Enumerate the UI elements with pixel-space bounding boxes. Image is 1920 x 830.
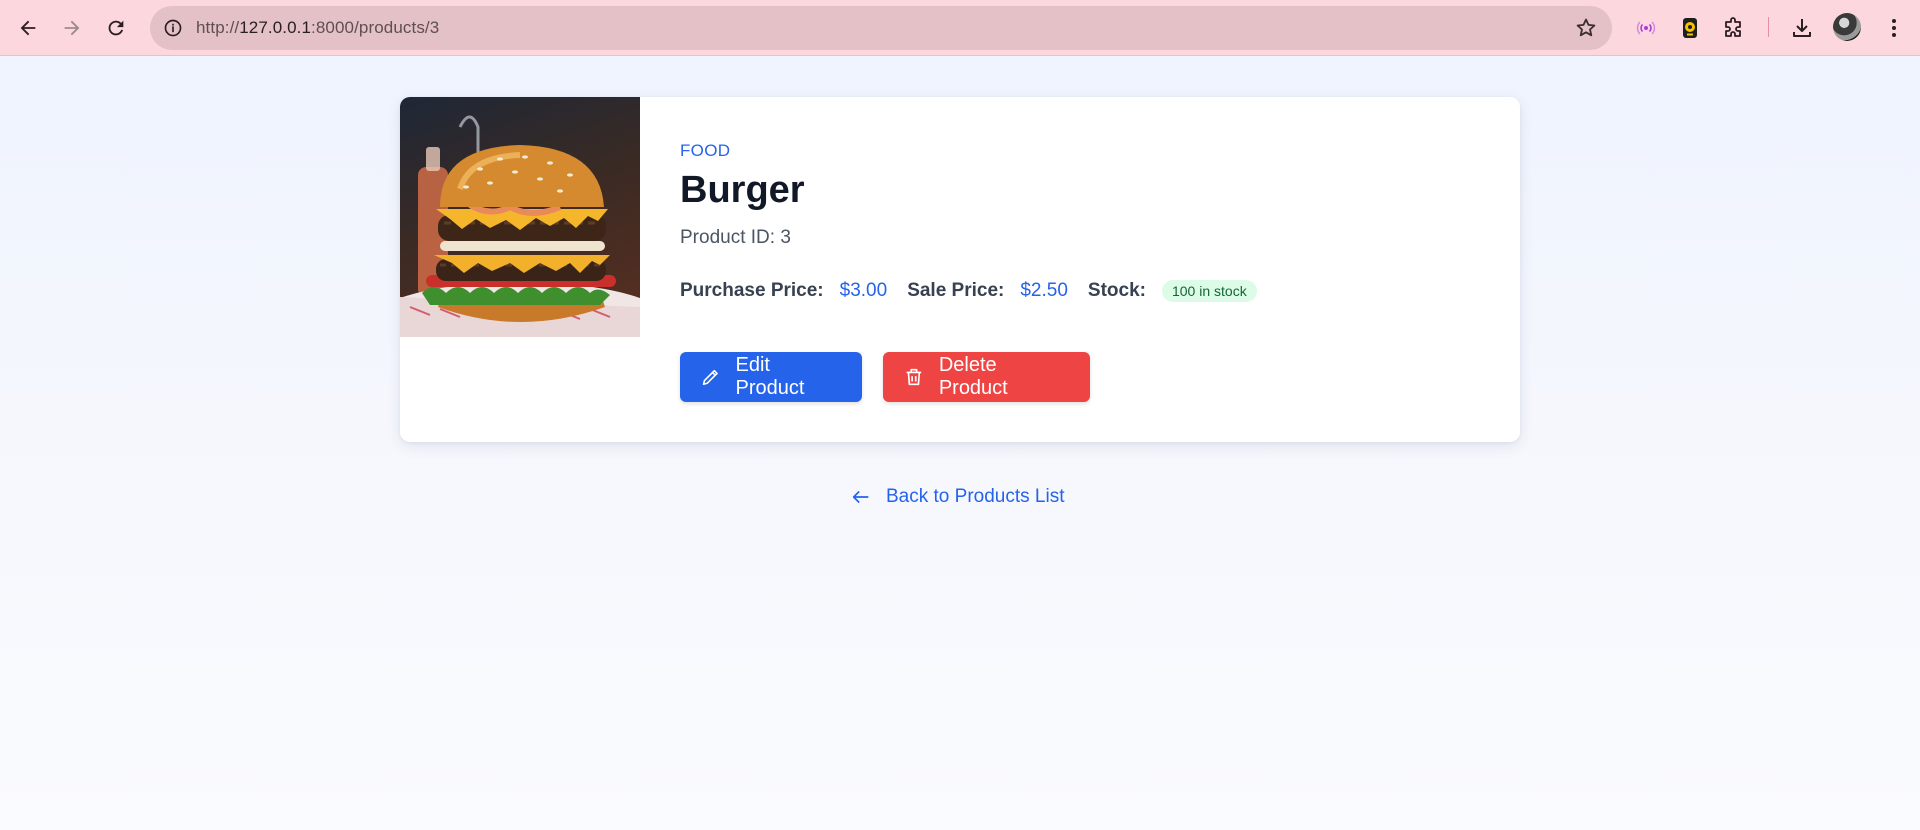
stock-badge: 100 in stock	[1161, 280, 1257, 302]
forward-button[interactable]	[54, 10, 90, 46]
pencil-icon	[702, 369, 718, 385]
url-host: 127.0.0.1	[239, 18, 312, 37]
product-category: FOOD	[680, 141, 731, 160]
edit-product-button[interactable]: Edit Product	[680, 352, 862, 402]
info-icon[interactable]	[160, 15, 186, 41]
reload-button[interactable]	[98, 10, 134, 46]
purchase-price-label: Purchase Price:	[680, 280, 824, 301]
sale-price-value: $2.50	[1020, 280, 1068, 301]
forward-icon	[64, 20, 80, 36]
downloads-button[interactable]	[1786, 12, 1818, 44]
extensions-puzzle-icon	[1725, 17, 1741, 37]
product-title: Burger	[680, 169, 805, 211]
download-icon	[1793, 19, 1811, 37]
product-id: Product ID: 3	[680, 227, 791, 248]
back-to-products-link[interactable]: Back to Products List	[850, 486, 1064, 508]
sale-price-label: Sale Price:	[907, 280, 1005, 301]
delete-product-button[interactable]: Delete Product	[883, 352, 1090, 402]
back-button[interactable]	[10, 10, 46, 46]
back-icon	[20, 20, 36, 36]
product-card: FOOD Burger Product ID: 3 Purchase Price…	[400, 97, 1520, 442]
arrow-left-icon	[852, 490, 869, 504]
edit-product-label: Edit Product	[735, 354, 805, 399]
browser-toolbar: http://127.0.0.1:8000/products/3	[0, 0, 1920, 56]
address-bar[interactable]: http://127.0.0.1:8000/products/3	[150, 6, 1612, 50]
trash-icon	[906, 368, 922, 386]
stock-label: Stock:	[1087, 280, 1146, 301]
price-row: Purchase Price: $3.00 Sale Price: $2.50 …	[680, 277, 1257, 305]
burger-image	[400, 97, 640, 337]
extension-broadcast-icon	[1636, 21, 1656, 35]
profile-avatar[interactable]	[1833, 13, 1861, 41]
extension-yellow-button[interactable]	[1674, 12, 1706, 44]
delete-product-label: Delete Product	[938, 354, 1008, 399]
extension-broadcast-button[interactable]	[1630, 12, 1662, 44]
purchase-price-value: $3.00	[839, 280, 888, 301]
reload-icon	[108, 20, 124, 36]
extension-yellow-icon	[1683, 18, 1697, 38]
toolbar-separator	[1768, 17, 1769, 37]
star-icon[interactable]	[1574, 16, 1598, 40]
url-scheme: http://	[196, 18, 240, 37]
menu-kebab-icon	[1892, 19, 1896, 37]
back-link-label: Back to Products List	[886, 486, 1065, 507]
url-path: :8000/products/3	[311, 18, 440, 37]
url-text[interactable]: http://127.0.0.1:8000/products/3	[196, 18, 439, 38]
browser-menu-button[interactable]	[1878, 12, 1910, 44]
extensions-button[interactable]	[1718, 12, 1750, 44]
